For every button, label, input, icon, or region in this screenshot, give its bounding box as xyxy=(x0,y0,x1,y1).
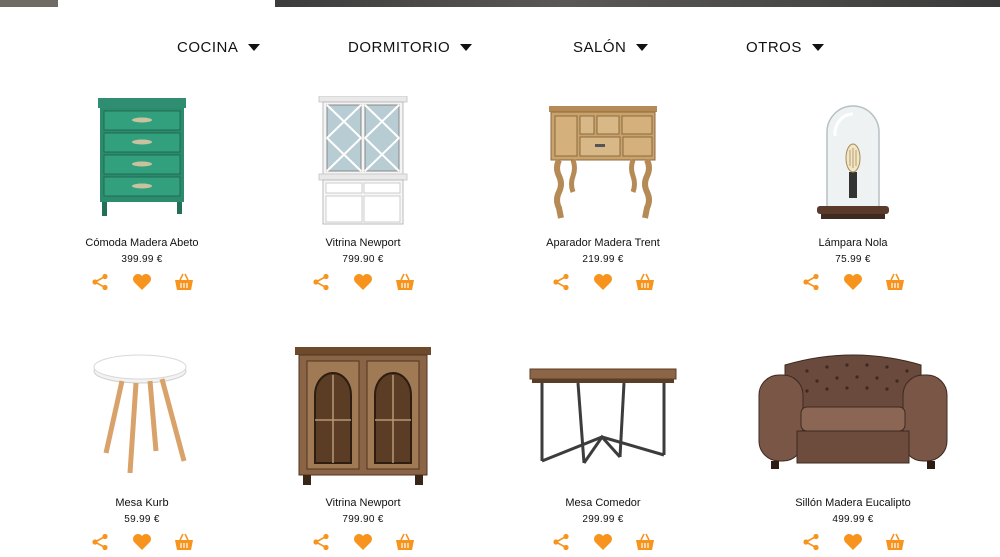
product-image[interactable] xyxy=(32,96,252,228)
product-name[interactable]: Vitrina Newport xyxy=(253,236,473,250)
product-price: 75.99 € xyxy=(835,254,871,265)
product-name[interactable]: Mesa Comedor xyxy=(493,496,713,510)
lamp-image xyxy=(817,105,889,219)
nav-item-label: DORMITORIO xyxy=(348,38,451,56)
product-image[interactable] xyxy=(32,345,252,488)
product-name[interactable]: Sillón Madera Eucalipto xyxy=(743,496,963,510)
share-icon[interactable] xyxy=(551,532,571,552)
shopping-basket-icon[interactable] xyxy=(174,272,194,292)
product-name[interactable]: Cómoda Madera Abeto xyxy=(32,236,252,250)
product-card: Aparador Madera Trent 219.99 € xyxy=(493,96,713,292)
product-image[interactable] xyxy=(743,96,963,228)
shopping-basket-icon[interactable] xyxy=(174,532,194,552)
caret-down-icon xyxy=(811,43,824,51)
caret-down-icon xyxy=(460,43,473,51)
shopping-basket-icon[interactable] xyxy=(885,272,905,292)
product-name[interactable]: Mesa Kurb xyxy=(32,496,252,510)
product-price: 399.99 € xyxy=(121,254,163,265)
category-nav: COCINA DORMITORIO SALÓN OTROS xyxy=(0,36,1000,58)
sideboard-image xyxy=(549,106,657,219)
rustic-vitrine-image xyxy=(295,347,431,485)
banner-image-left xyxy=(0,0,58,7)
heart-icon[interactable] xyxy=(843,272,863,292)
caret-down-icon xyxy=(248,43,261,51)
product-actions xyxy=(743,272,963,292)
product-image[interactable] xyxy=(493,96,713,228)
heart-icon[interactable] xyxy=(132,272,152,292)
product-image[interactable] xyxy=(743,345,963,488)
nav-item-dormitorio[interactable]: DORMITORIO xyxy=(348,36,473,58)
product-image[interactable] xyxy=(253,345,473,488)
product-name[interactable]: Aparador Madera Trent xyxy=(493,236,713,250)
heart-icon[interactable] xyxy=(353,532,373,552)
product-actions xyxy=(253,272,473,292)
nav-item-label: OTROS xyxy=(746,38,802,56)
product-price: 499.99 € xyxy=(832,514,874,525)
nav-item-label: SALÓN xyxy=(573,38,627,56)
product-price: 799.90 € xyxy=(342,514,384,525)
share-icon[interactable] xyxy=(801,532,821,552)
side-table-image xyxy=(93,354,187,474)
shopping-basket-icon[interactable] xyxy=(635,532,655,552)
heart-icon[interactable] xyxy=(843,532,863,552)
shopping-basket-icon[interactable] xyxy=(635,272,655,292)
product-card: Vitrina Newport 799.90 € xyxy=(253,345,473,552)
product-card: Mesa Kurb 59.99 € xyxy=(32,345,252,552)
banner-image-right xyxy=(275,0,1000,7)
share-icon[interactable] xyxy=(90,532,110,552)
share-icon[interactable] xyxy=(551,272,571,292)
heart-icon[interactable] xyxy=(593,532,613,552)
product-card: Lámpara Nola 75.99 € xyxy=(743,96,963,292)
heart-icon[interactable] xyxy=(132,532,152,552)
nav-item-otros[interactable]: OTROS xyxy=(746,36,824,58)
armchair-image xyxy=(758,354,948,469)
nav-item-label: COCINA xyxy=(177,38,239,56)
product-price: 799.90 € xyxy=(342,254,384,265)
product-actions xyxy=(493,532,713,552)
nav-item-cocina[interactable]: COCINA xyxy=(177,36,261,58)
product-card: Sillón Madera Eucalipto 499.99 € xyxy=(743,345,963,552)
product-actions xyxy=(32,532,252,552)
product-name[interactable]: Vitrina Newport xyxy=(253,496,473,510)
product-card: Vitrina Newport 799.90 € xyxy=(253,96,473,292)
share-icon[interactable] xyxy=(801,272,821,292)
share-icon[interactable] xyxy=(311,532,331,552)
shopping-basket-icon[interactable] xyxy=(395,532,415,552)
product-actions xyxy=(32,272,252,292)
product-actions xyxy=(253,532,473,552)
product-actions xyxy=(493,272,713,292)
top-banner-strip xyxy=(0,0,1000,7)
shopping-basket-icon[interactable] xyxy=(885,532,905,552)
nav-item-salon[interactable]: SALÓN xyxy=(573,36,649,58)
product-price: 59.99 € xyxy=(124,514,160,525)
product-name[interactable]: Lámpara Nola xyxy=(743,236,963,250)
heart-icon[interactable] xyxy=(593,272,613,292)
product-card: Mesa Comedor 299.99 € xyxy=(493,345,713,552)
share-icon[interactable] xyxy=(311,272,331,292)
dining-table-image xyxy=(529,368,677,464)
product-price: 219.99 € xyxy=(582,254,624,265)
product-price: 299.99 € xyxy=(582,514,624,525)
shopping-basket-icon[interactable] xyxy=(395,272,415,292)
product-actions xyxy=(743,532,963,552)
caret-down-icon xyxy=(636,43,649,51)
product-image[interactable] xyxy=(253,96,473,228)
heart-icon[interactable] xyxy=(353,272,373,292)
product-image[interactable] xyxy=(493,345,713,488)
share-icon[interactable] xyxy=(90,272,110,292)
product-card: Cómoda Madera Abeto 399.99 € xyxy=(32,96,252,292)
dresser-image xyxy=(98,98,186,216)
vitrine-image xyxy=(318,96,408,225)
